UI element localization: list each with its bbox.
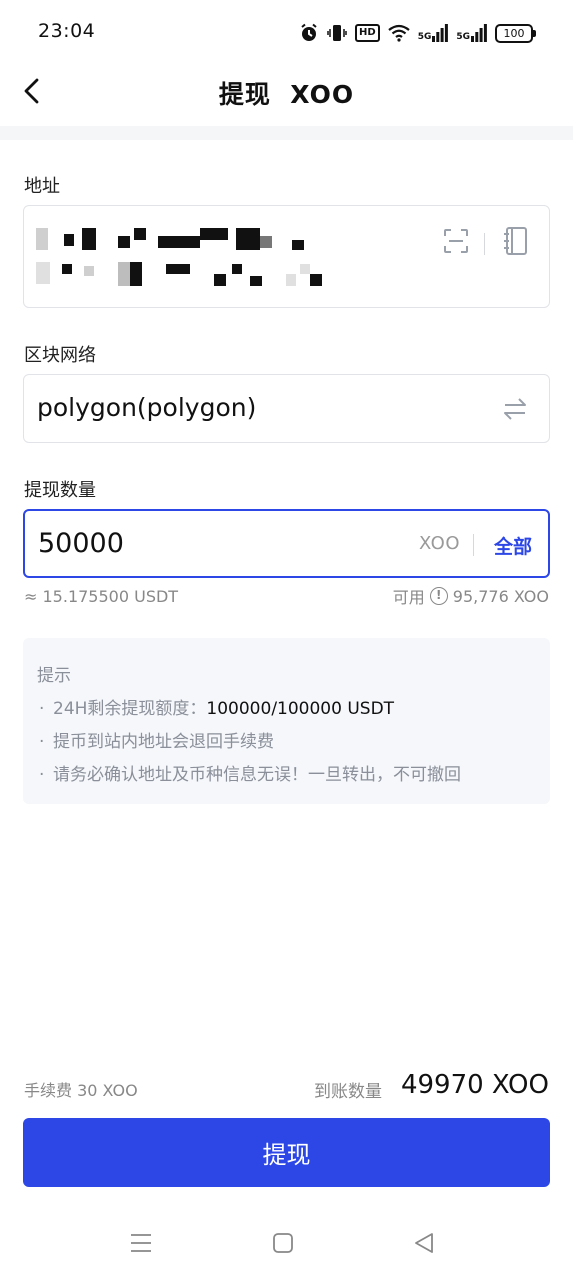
home-icon[interactable]: [272, 1232, 294, 1254]
network-selector[interactable]: polygon(polygon): [23, 374, 550, 443]
amount-label: 提现数量: [24, 480, 96, 501]
fee-text: 手续费 30 XOO: [24, 1081, 138, 1100]
amount-divider: [472, 534, 474, 556]
header-divider: [0, 126, 573, 140]
tips-panel: 提示 · 24H剩余提现额度：100000/100000 USDT · 提币到站内地…: [23, 638, 550, 804]
icon-divider: [483, 233, 485, 255]
scan-icon[interactable]: [443, 228, 469, 254]
wifi-icon: [388, 24, 410, 42]
tip-item: · 请务必确认地址及币种信息无误！一旦转出，不可撤回: [39, 765, 461, 785]
amount-input[interactable]: 50000: [38, 528, 124, 559]
system-nav-bar: [0, 1208, 573, 1280]
signal-bars-icon: [432, 24, 449, 42]
alarm-icon: [301, 23, 317, 41]
info-icon[interactable]: !: [429, 587, 448, 605]
network-value: polygon(polygon): [37, 393, 257, 422]
swap-icon[interactable]: [501, 395, 529, 423]
status-time: 23:04: [38, 20, 96, 42]
all-button[interactable]: 全部: [494, 532, 532, 559]
five-g-label: 5G: [417, 32, 432, 42]
address-book-icon[interactable]: [503, 226, 529, 256]
network-label: 区块网络: [24, 345, 96, 366]
vibrate-icon: [327, 25, 347, 41]
tip-value: 100000/100000 USDT: [206, 699, 395, 719]
back-triangle-icon[interactable]: [413, 1232, 435, 1254]
address-field[interactable]: [23, 205, 550, 308]
available-balance: 可用 ! 95,776 XOO: [393, 584, 549, 608]
tips-title: 提示: [37, 666, 71, 686]
battery-icon: 100: [495, 23, 536, 43]
tip-item: · 提币到站内地址会退回手续费: [39, 732, 274, 752]
signal-1: 5G: [418, 24, 449, 42]
hd-badge: HD: [355, 24, 380, 42]
menu-icon[interactable]: [130, 1232, 152, 1254]
page-title: 提现 XOO: [218, 80, 355, 109]
status-icons: HD 5G 5G 100: [299, 21, 536, 45]
received-label: 到账数量: [314, 1082, 382, 1102]
five-g-label: 5G: [456, 32, 470, 42]
amount-field[interactable]: 50000 XOO 全部: [23, 509, 550, 578]
received-value: 49970 XOO: [400, 1070, 549, 1100]
signal-2: 5G: [456, 24, 487, 42]
tip-item: · 24H剩余提现额度：100000/100000 USDT: [39, 699, 395, 719]
withdraw-button[interactable]: 提现: [23, 1118, 550, 1187]
available-value: 95,776 XOO: [452, 586, 549, 606]
address-value-obscured: [24, 206, 424, 306]
tip-text: 提币到站内地址会退回手续费: [53, 732, 274, 752]
approx-value: ≈ 15.175500 USDT: [24, 587, 179, 606]
tip-text: 24H剩余提现额度：: [53, 699, 207, 719]
available-label: 可用: [392, 588, 425, 607]
tip-text: 请务必确认地址及币种信息无误！一旦转出，不可撤回: [53, 765, 461, 785]
signal-bars-icon: [471, 24, 487, 42]
address-label: 地址: [24, 176, 60, 197]
status-bar: 23:04 HD 5G 5G 100: [0, 0, 573, 66]
amount-unit: XOO: [418, 533, 460, 554]
